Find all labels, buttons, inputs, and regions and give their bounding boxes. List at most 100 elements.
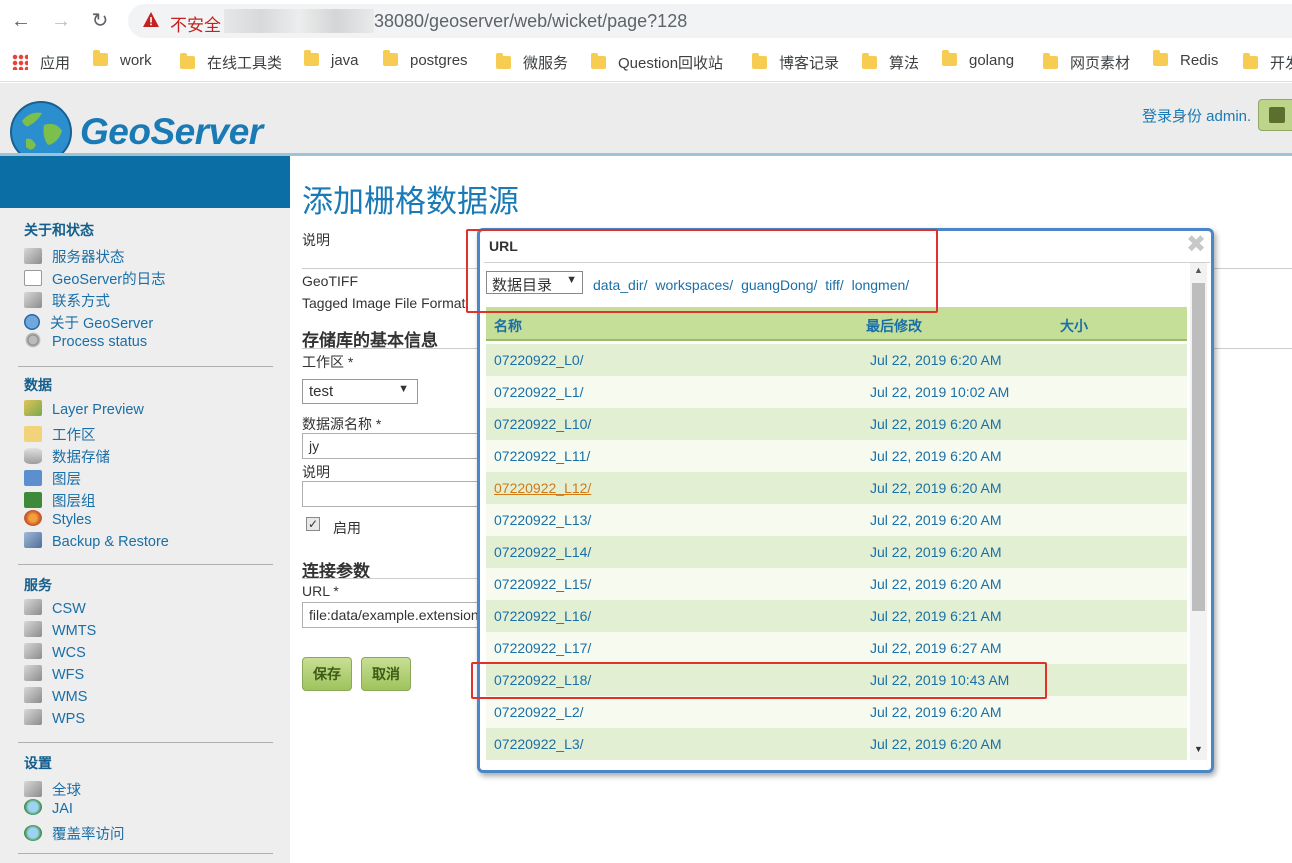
sidebar-item-about[interactable]: 关于 GeoServer <box>24 312 153 332</box>
table-row[interactable]: 07220922_L15/Jul 22, 2019 6:20 AM <box>486 568 1187 600</box>
description-input[interactable] <box>302 481 478 507</box>
table-row[interactable]: 07220922_L14/Jul 22, 2019 6:20 AM <box>486 536 1187 568</box>
bookmark-label: Redis <box>1180 52 1219 69</box>
sidebar-item-layer-groups[interactable]: 图层组 <box>24 490 96 510</box>
close-icon[interactable]: ✖ <box>1185 233 1207 257</box>
sidebar-item-wps[interactable]: WPS <box>24 709 85 731</box>
file-modified: Jul 22, 2019 6:20 AM <box>870 416 1002 432</box>
back-icon[interactable]: ← <box>8 8 34 34</box>
bookmark-item[interactable]: 微服务 <box>496 52 568 72</box>
sidebar-item-workspaces[interactable]: 工作区 <box>24 424 96 444</box>
sidebar-item-logs[interactable]: GeoServer的日志 <box>24 268 166 288</box>
sidebar-item-wms[interactable]: WMS <box>24 687 87 709</box>
bookmark-item[interactable]: work <box>93 49 152 72</box>
column-header-modified[interactable]: 最后修改 <box>866 316 922 336</box>
column-header-size[interactable]: 大小 <box>1060 316 1088 336</box>
bookmark-item[interactable]: 算法 <box>862 52 919 72</box>
workspace-select[interactable]: test ▼ <box>302 379 418 404</box>
sidebar-item-backup-restore[interactable]: Backup & Restore <box>24 532 169 554</box>
file-name-link[interactable]: 07220922_L10/ <box>494 416 591 432</box>
sidebar-item-label: CSW <box>52 601 86 617</box>
sidebar-item-label: 图层组 <box>52 494 96 510</box>
sidebar-item-label: 图层 <box>52 472 81 488</box>
enabled-checkbox[interactable]: ✓ <box>306 517 320 531</box>
bookmark-item[interactable]: 在线工具类 <box>180 52 282 72</box>
table-row[interactable]: 07220922_L1/Jul 22, 2019 10:02 AM <box>486 376 1187 408</box>
folder-icon <box>496 52 511 69</box>
bookmark-item[interactable]: postgres <box>383 49 468 72</box>
bookmark-item[interactable]: 开发 <box>1243 52 1292 72</box>
datasource-name-input[interactable]: jy <box>302 433 478 459</box>
table-row[interactable]: 07220922_L11/Jul 22, 2019 6:20 AM <box>486 440 1187 472</box>
file-name-link[interactable]: 07220922_L16/ <box>494 608 591 624</box>
desc-label: 说明 <box>302 464 330 480</box>
bookmark-item[interactable]: golang <box>942 49 1014 72</box>
bookmark-item[interactable]: 网页素材 <box>1043 52 1130 72</box>
sidebar-item-process-status[interactable]: Process status <box>24 332 147 354</box>
insecure-label: 不安全 <box>170 16 221 35</box>
sidebar-item-layer-preview[interactable]: Layer Preview <box>24 400 144 422</box>
table-row[interactable]: 07220922_L13/Jul 22, 2019 6:20 AM <box>486 504 1187 536</box>
logout-button[interactable] <box>1258 99 1292 131</box>
dialog-scrollbar[interactable]: ▲ ▼ <box>1190 263 1207 760</box>
table-row[interactable]: 07220922_L3/Jul 22, 2019 6:20 AM <box>486 728 1187 760</box>
table-row[interactable]: 07220922_L2/Jul 22, 2019 6:20 AM <box>486 696 1187 728</box>
sidebar-item-label: GeoServer的日志 <box>52 272 166 288</box>
scrollbar-thumb[interactable] <box>1192 283 1205 611</box>
file-name-link[interactable]: 07220922_L11/ <box>494 448 590 464</box>
sidebar-item-wfs[interactable]: WFS <box>24 665 84 687</box>
folder-icon <box>862 52 877 69</box>
bookmark-label: Question回收站 <box>618 55 724 72</box>
bookmark-item[interactable]: java <box>304 49 359 72</box>
sidebar-item-global[interactable]: 全球 <box>24 779 81 799</box>
url-redaction <box>224 9 374 33</box>
url-field[interactable]: 不安全 38080/geoserver/web/wicket/page?128 <box>128 4 1292 38</box>
service-icon <box>24 643 42 660</box>
save-button[interactable]: 保存 <box>302 657 352 691</box>
table-row[interactable]: 07220922_L10/Jul 22, 2019 6:20 AM <box>486 408 1187 440</box>
sidebar-item-coverage-access[interactable]: 覆盖率访问 <box>24 823 125 843</box>
geoserver-logo-text: GeoServer <box>80 111 263 152</box>
file-name-link[interactable]: 07220922_L3/ <box>494 736 584 752</box>
sidebar-divider <box>18 742 273 743</box>
sidebar-item-label: 覆盖率访问 <box>52 827 125 843</box>
service-icon <box>24 709 42 726</box>
sidebar-item-wcs[interactable]: WCS <box>24 643 86 665</box>
table-row[interactable]: 07220922_L12/Jul 22, 2019 6:20 AM <box>486 472 1187 504</box>
sidebar-item-jai[interactable]: JAI <box>24 799 73 821</box>
file-name-link[interactable]: 07220922_L12/ <box>494 480 591 496</box>
sidebar-item-csw[interactable]: CSW <box>24 599 86 621</box>
url-input[interactable]: file:data/example.extension <box>302 602 478 628</box>
forward-icon[interactable]: → <box>48 8 74 34</box>
table-row[interactable]: 07220922_L16/Jul 22, 2019 6:21 AM <box>486 600 1187 632</box>
bookmark-item[interactable]: Redis <box>1153 49 1219 72</box>
file-name-link[interactable]: 07220922_L13/ <box>494 512 591 528</box>
sidebar-item-contact[interactable]: 联系方式 <box>24 290 110 310</box>
table-row[interactable]: 07220922_L17/Jul 22, 2019 6:27 AM <box>486 632 1187 664</box>
sidebar-item-server-status[interactable]: 服务器状态 <box>24 246 125 266</box>
file-name-link[interactable]: 07220922_L14/ <box>494 544 591 560</box>
sidebar-item-layers[interactable]: 图层 <box>24 468 81 488</box>
scroll-down-icon[interactable]: ▼ <box>1190 744 1207 758</box>
scroll-up-icon[interactable]: ▲ <box>1190 265 1207 279</box>
cancel-button[interactable]: 取消 <box>361 657 411 691</box>
sidebar-item-wmts[interactable]: WMTS <box>24 621 96 643</box>
table-row[interactable]: 07220922_L0/Jul 22, 2019 6:20 AM <box>486 344 1187 376</box>
bookmark-apps[interactable]: 应用 <box>12 52 70 72</box>
file-name-link[interactable]: 07220922_L0/ <box>494 352 584 368</box>
logout-icon <box>1269 107 1285 123</box>
reload-icon[interactable]: ↻ <box>87 8 113 34</box>
sidebar-item-styles[interactable]: Styles <box>24 510 92 532</box>
file-name-link[interactable]: 07220922_L1/ <box>494 384 584 400</box>
bookmark-item[interactable]: Question回收站 <box>591 52 723 72</box>
column-header-name[interactable]: 名称 <box>494 316 522 336</box>
file-modified: Jul 22, 2019 6:20 AM <box>870 448 1002 464</box>
file-name-link[interactable]: 07220922_L17/ <box>494 640 591 656</box>
bookmark-item[interactable]: 博客记录 <box>752 52 839 72</box>
sidebar-item-stores[interactable]: 数据存储 <box>24 446 110 466</box>
file-name-link[interactable]: 07220922_L2/ <box>494 704 584 720</box>
file-modified: Jul 22, 2019 6:20 AM <box>870 576 1002 592</box>
file-modified: Jul 22, 2019 6:20 AM <box>870 544 1002 560</box>
gear-icon <box>24 332 42 349</box>
file-name-link[interactable]: 07220922_L15/ <box>494 576 591 592</box>
